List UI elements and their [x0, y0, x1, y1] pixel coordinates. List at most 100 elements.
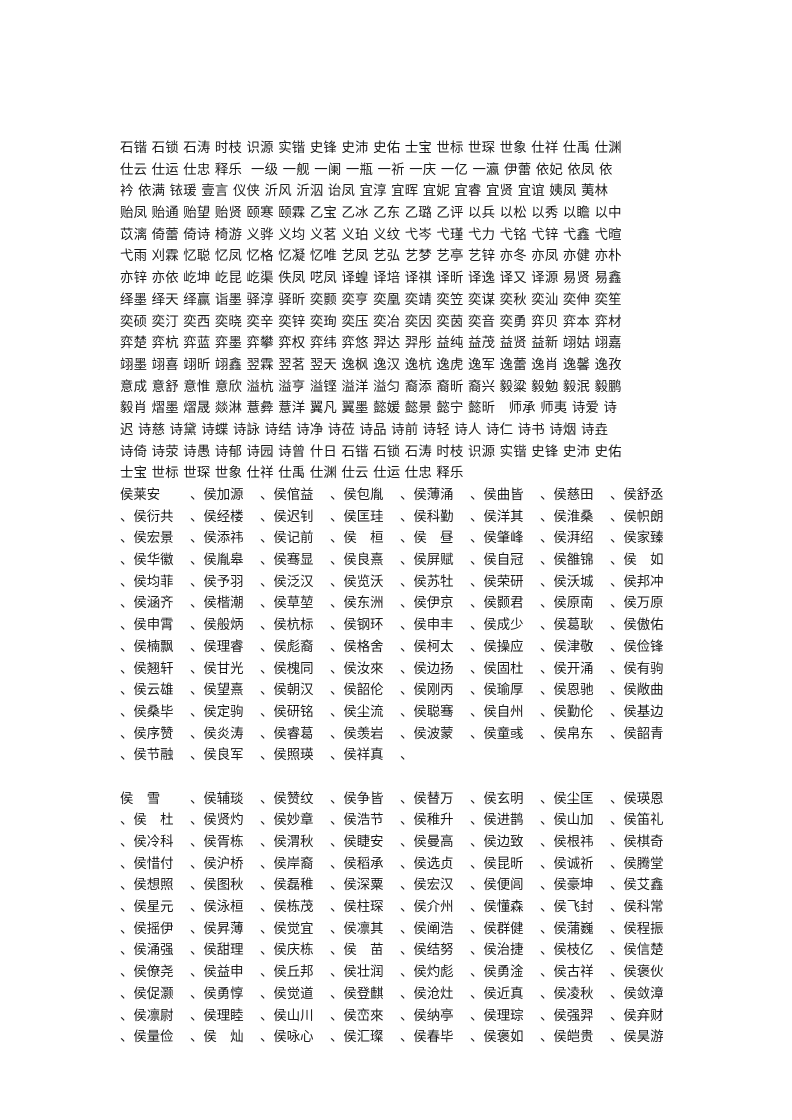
name-entry: 、侯薄涌 [400, 488, 454, 503]
name-entry: 、侯边致 [470, 835, 524, 850]
name-entry: 、侯泳桓 [190, 900, 244, 916]
paragraph-line: 绎墨 绎天 绎赢 诣墨 驿淳 驿昕 奕颢 奕亨 奕凰 奕靖 奕笠 奕谋 奕秋 奕… [120, 292, 622, 308]
name-entry: 、侯良熹 [330, 553, 384, 569]
name-entry: 、侯涵齐 [120, 596, 174, 612]
name-entry: 、侯山川 [260, 1008, 314, 1024]
name-entry: 、侯波蒙 [400, 726, 454, 742]
name-entry: 、侯有驹 [610, 661, 664, 677]
name-entry: 、侯舒丞 [610, 488, 664, 503]
name-entry: 、侯聪骞 [400, 704, 454, 720]
name-entry: 、侯尘流 [330, 704, 384, 720]
list-row: 、侯华徽 、侯胤皋 、侯骞显 、侯良熹 、侯屏赋 、侯自冠 、侯雒锦 、侯 如 [120, 550, 680, 572]
name-entry: 、侯羡岩 [330, 726, 384, 742]
paragraph-line: 奕硕 奕汀 奕西 奕晓 奕辛 奕锌 奕珣 奕压 奕冶 奕因 奕茵 奕音 奕勇 弈… [120, 314, 622, 330]
name-entry: 、侯 如 [610, 553, 664, 569]
name-entry: 、侯开涌 [540, 661, 594, 677]
name-entry: 、侯基边 [610, 704, 664, 720]
name-entry: 、侯经楼 [190, 509, 244, 525]
name-entry: 、侯栋茂 [260, 900, 314, 916]
name-entry: 、侯甜理 [190, 943, 244, 959]
list-row: 、侯惜付 、侯沪桥 、侯岸裔 、侯稻承 、侯选贞 、侯昆昕 、侯诚祈 、侯腾堂 [120, 854, 680, 876]
name-entry: 、侯星元 [120, 900, 174, 916]
name-entry: 、侯瑜厚 [470, 683, 524, 699]
name-entry: 、侯汝來 [330, 661, 384, 677]
name-entry: 、侯胥栋 [190, 835, 244, 850]
name-entry: 、 [400, 748, 414, 764]
name-entry: 、侯敛漳 [610, 986, 664, 1002]
name-entry: 、侯荣研 [470, 574, 524, 590]
name-entry: 、侯摇伊 [120, 921, 174, 937]
name-entry: 、侯傲佑 [610, 618, 664, 634]
name-entry: 、侯槐同 [260, 661, 314, 677]
name-entry: 、侯便闾 [470, 878, 524, 894]
name-entry: 、侯理睦 [190, 1008, 244, 1024]
name-entry: 、侯懂森 [470, 900, 524, 916]
name-entry: 、侯量俭 [120, 1030, 174, 1046]
name-entry: 、侯览沃 [330, 574, 384, 590]
paragraph-line: 毅肖 熠墨 熠晟 燚淋 薏彜 薏洋 翼凡 翼墨 懿媛 懿景 懿宁 懿昕 师承 师… [120, 401, 618, 417]
name-entry: 、侯理琮 [470, 1008, 524, 1024]
name-entry: 、侯益申 [190, 965, 244, 981]
name-entry: 、侯昊游 [610, 1030, 664, 1046]
name-entry: 、侯津敬 [540, 639, 594, 655]
name-entry: 、侯伊京 [400, 596, 454, 612]
name-entry: 、侯惜付 [120, 856, 174, 872]
name-entry: 、侯信楚 [610, 943, 664, 959]
name-entry: 、侯泛汉 [260, 574, 314, 590]
name-entry: 、侯凌秋 [540, 986, 594, 1002]
list-row: 、侯序赞 、侯炎涛 、侯睿葛 、侯羡岩 、侯波蒙 、侯童彧 、侯帛东 、侯韶青 [120, 724, 680, 746]
name-entry: 、侯壮润 [330, 965, 384, 981]
name-entry: 、侯淮桑 [540, 509, 594, 525]
surname-list-2: 侯 雪、侯辅琰 、侯赞纹 、侯争皆 、侯替万 、侯玄明 、侯尘匡 、侯瑛恩 、侯 杜、侯贤灼、… [120, 789, 680, 1049]
name-entry: 、侯童彧 [470, 726, 524, 742]
list-row: 、侯桑毕 、侯定驹 、侯研铭 、侯尘流 、侯聪骞 、侯自州 、侯勤伦 、侯基边 [120, 702, 680, 724]
paragraph-line: 石锴 石锁 石涛 时枝 识源 实锴 史锋 史沛 史佑 士宝 世标 世琛 世象 仕… [120, 141, 622, 156]
name-entry: 、侯近真 [470, 986, 524, 1002]
name-entry: 、侯迟钊 [260, 509, 314, 525]
name-entry: 、侯山加 [540, 813, 594, 829]
list-row: 、侯僚尧 、侯益申 、侯丘邦 、侯壮润 、侯灼彪 、侯勇淦 、侯古祥 、侯褒伙 [120, 962, 680, 984]
name-entry: 、侯宏景 [120, 531, 174, 547]
document-page: 石锴 石锁 石涛 时枝 识源 实锴 史锋 史沛 史佑 士宝 世标 世琛 世象 仕… [120, 138, 680, 1049]
name-entry: 、侯庆栋 [260, 943, 314, 959]
name-entry: 、侯辅琰 [190, 791, 244, 807]
paragraph-line: 衿 依满 铱瑗 壹言 仪侠 沂风 沂泅 诒凤 宜淳 宜晖 宜妮 宜睿 宜贤 宜谊… [120, 184, 609, 200]
name-entry: 、侯科勤 [400, 509, 454, 525]
name-entry: 、侯良军 [190, 748, 244, 764]
name-entry: 、侯觉道 [260, 986, 314, 1002]
name-entry: 、侯般炳 [190, 618, 244, 634]
name-entry: 、侯选贞 [400, 856, 454, 872]
name-entry: 、侯湃绍 [540, 531, 594, 547]
name-entry: 、侯洋其 [470, 509, 524, 525]
name-entry: 、侯古祥 [540, 965, 594, 981]
name-entry: 、侯家臻 [610, 531, 664, 547]
name-entry: 、侯原南 [540, 596, 594, 612]
list-row: 、侯 杜、侯贤灼 、侯妙章 、侯浩节 、侯稚升 、侯进鹊 、侯山加 、侯笛礼 [120, 810, 680, 832]
name-entry: 、侯成少 [470, 618, 524, 634]
list-row: 侯莱安 、侯加源 、侯倌益 、侯包胤 、侯薄涌 、侯曲皆 、侯慈田 、侯舒丞 [120, 485, 680, 507]
list-row: 、侯星元 、侯泳桓 、侯栋茂 、侯柱琛 、侯介州 、侯懂森 、侯飞封 、侯科常 [120, 897, 680, 919]
name-entry: 、侯朝汉 [260, 683, 314, 699]
name-entry: 、侯 桓 [330, 531, 384, 547]
name-entry: 、侯治捷 [470, 943, 524, 959]
name-entry: 、侯曼高 [400, 835, 454, 850]
name-entry: 、侯峦來 [330, 1008, 384, 1024]
name-entry: 、侯觉宜 [260, 921, 314, 937]
name-entry: 、侯瑛恩 [610, 791, 664, 807]
name-entry: 、侯灼彪 [400, 965, 454, 981]
name-entry: 、侯草堃 [260, 596, 314, 612]
name-entry: 、侯帛东 [540, 726, 594, 742]
name-entry: 、侯僚尧 [120, 965, 174, 981]
name-entry: 、侯包胤 [330, 488, 384, 503]
name-entry: 、侯序赞 [120, 726, 174, 742]
name-entry: 、侯 灿 [190, 1030, 244, 1046]
name-entry: 、侯东洲 [330, 596, 384, 612]
name-entry: 、侯 杜 [120, 813, 174, 829]
paragraph-line: 诗倚 诗荥 诗愚 诗郁 诗园 诗曾 什日 石锴 石锁 石涛 时枝 识源 实锴 史… [120, 444, 622, 460]
name-entry: 、侯丘邦 [260, 965, 314, 981]
name-entry: 、侯帜朗 [610, 509, 664, 525]
list-row: 、侯涌强 、侯甜理 、侯庆栋 、侯 苗、侯结努 、侯治捷 、侯枝亿 、侯信楚 [120, 940, 680, 962]
name-entry: 、侯睫安 [330, 835, 384, 850]
list-gap [120, 767, 680, 789]
name-entry: 、侯皑贵 [540, 1030, 594, 1046]
